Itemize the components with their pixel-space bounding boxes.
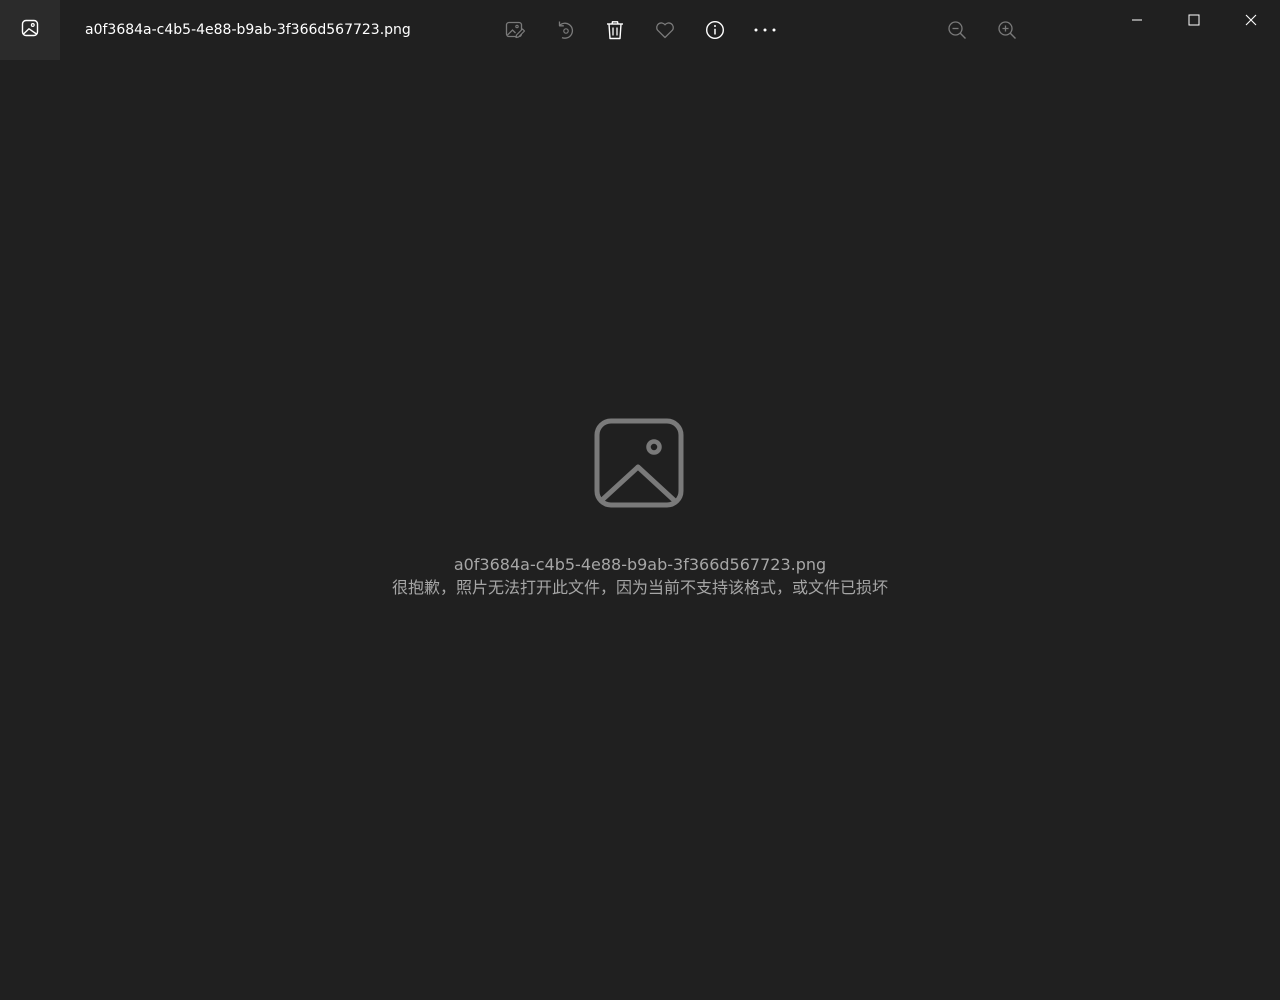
maximize-icon	[1188, 11, 1200, 30]
zoom-out-icon	[946, 19, 968, 41]
file-info-button[interactable]	[695, 10, 735, 50]
close-button[interactable]	[1222, 0, 1279, 40]
zoom-in-icon	[996, 19, 1018, 41]
error-filename: a0f3684a-c4b5-4e88-b9ab-3f366d567723.png	[453, 555, 827, 574]
image-viewer-area: a0f3684a-c4b5-4e88-b9ab-3f366d567723.png…	[0, 60, 1280, 1000]
app-icon-button[interactable]	[0, 0, 60, 60]
photos-app-icon	[21, 19, 39, 41]
favorite-heart-icon	[654, 19, 676, 41]
more-options-button[interactable]	[745, 10, 785, 50]
close-icon	[1245, 11, 1257, 30]
rotate-button[interactable]	[545, 10, 585, 50]
favorite-button[interactable]	[645, 10, 685, 50]
photos-app-window: a0f3684a-c4b5-4e88-b9ab-3f366d567723.png	[0, 0, 1280, 1000]
more-options-icon	[752, 19, 778, 41]
delete-icon	[604, 19, 626, 41]
minimize-icon	[1131, 11, 1143, 30]
edit-image-icon	[504, 19, 526, 41]
minimize-button[interactable]	[1108, 0, 1165, 40]
title-bar: a0f3684a-c4b5-4e88-b9ab-3f366d567723.png	[0, 0, 1280, 60]
rotate-icon	[554, 19, 576, 41]
maximize-button[interactable]	[1165, 0, 1222, 40]
zoom-in-button[interactable]	[987, 10, 1027, 50]
window-title: a0f3684a-c4b5-4e88-b9ab-3f366d567723.png	[85, 22, 411, 38]
delete-button[interactable]	[595, 10, 635, 50]
zoom-out-button[interactable]	[937, 10, 977, 50]
broken-image-placeholder-icon	[594, 418, 684, 508]
info-icon	[704, 19, 726, 41]
error-message: 很抱歉，照片无法打开此文件，因为当前不支持该格式，或文件已损坏	[391, 578, 888, 597]
edit-image-button[interactable]	[495, 10, 535, 50]
